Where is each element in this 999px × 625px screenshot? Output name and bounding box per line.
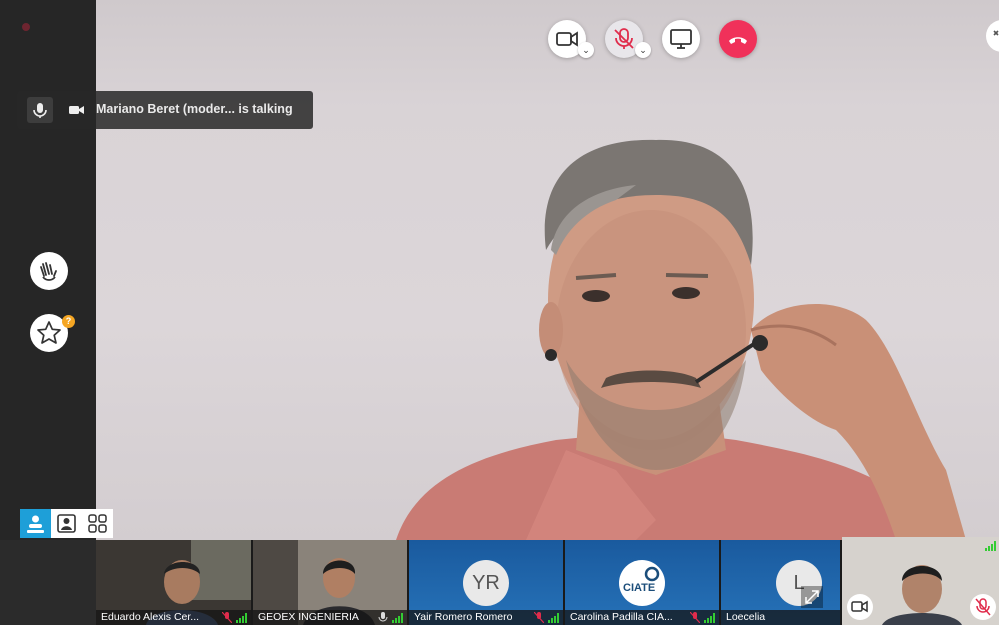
participant-logo: CIATE (619, 560, 665, 606)
mic-icon (378, 612, 388, 622)
raise-hand-button[interactable] (30, 252, 68, 290)
self-camera-button[interactable] (847, 594, 873, 620)
mic-off-icon (690, 612, 700, 623)
participant-tile[interactable]: L Loecelia (721, 540, 840, 625)
layout-grid-button[interactable] (82, 509, 113, 538)
phone-hangup-icon (729, 37, 747, 44)
close-button[interactable] (986, 20, 999, 52)
mic-off-icon (534, 612, 544, 623)
active-speaker-banner: Mariano Beret (moder... is talking (17, 91, 313, 129)
wave-hand-icon (40, 262, 57, 281)
expand-icon[interactable] (801, 586, 823, 608)
signal-strength-icon (392, 613, 403, 623)
signal-strength-icon (985, 541, 996, 551)
mic-icon (27, 97, 53, 123)
grid-icon (88, 514, 107, 533)
person-card-icon (57, 514, 76, 533)
status-dot (22, 23, 30, 31)
camera-icon (67, 101, 87, 119)
signal-strength-icon (704, 613, 715, 623)
participant-tile[interactable]: Eduardo Alexis Cer... (96, 540, 251, 625)
microphone-toggle-button[interactable]: ⌄ (605, 20, 651, 58)
mic-off-icon (222, 612, 232, 623)
active-speaker-video (396, 139, 966, 540)
layout-speaker-button[interactable] (20, 509, 51, 538)
layout-single-button[interactable] (51, 509, 82, 538)
talking-text: Mariano Beret (moder... is talking (96, 102, 293, 116)
notification-badge: ? (62, 315, 75, 328)
camera-icon (851, 600, 868, 613)
close-icon (993, 30, 999, 36)
speaker-layout-icon (27, 515, 44, 533)
screen-share-button[interactable] (662, 20, 700, 58)
camera-toggle-button[interactable]: ⌄ (548, 20, 594, 58)
participant-name: Loecelia (721, 610, 840, 625)
signal-strength-icon (236, 613, 247, 623)
chevron-down-icon[interactable]: ⌄ (578, 42, 594, 58)
mic-off-icon (975, 598, 991, 616)
ciate-logo-icon: CIATE (623, 566, 660, 594)
participant-tile[interactable]: CIATE Carolina Padilla CIA... (565, 540, 719, 625)
chevron-down-icon[interactable]: ⌄ (635, 42, 651, 58)
main-video-stage (96, 0, 999, 540)
svg-text:CIATE: CIATE (623, 582, 655, 594)
hang-up-button[interactable] (719, 20, 757, 58)
monitor-icon (670, 29, 692, 49)
self-mic-button[interactable] (970, 594, 996, 620)
signal-strength-icon (548, 613, 559, 623)
participant-tile[interactable]: GEOEX INGENIERIA (253, 540, 407, 625)
avatar: YR (463, 560, 509, 606)
layout-switcher (20, 509, 113, 538)
participant-tile[interactable]: YR Yair Romero Romero (409, 540, 563, 625)
